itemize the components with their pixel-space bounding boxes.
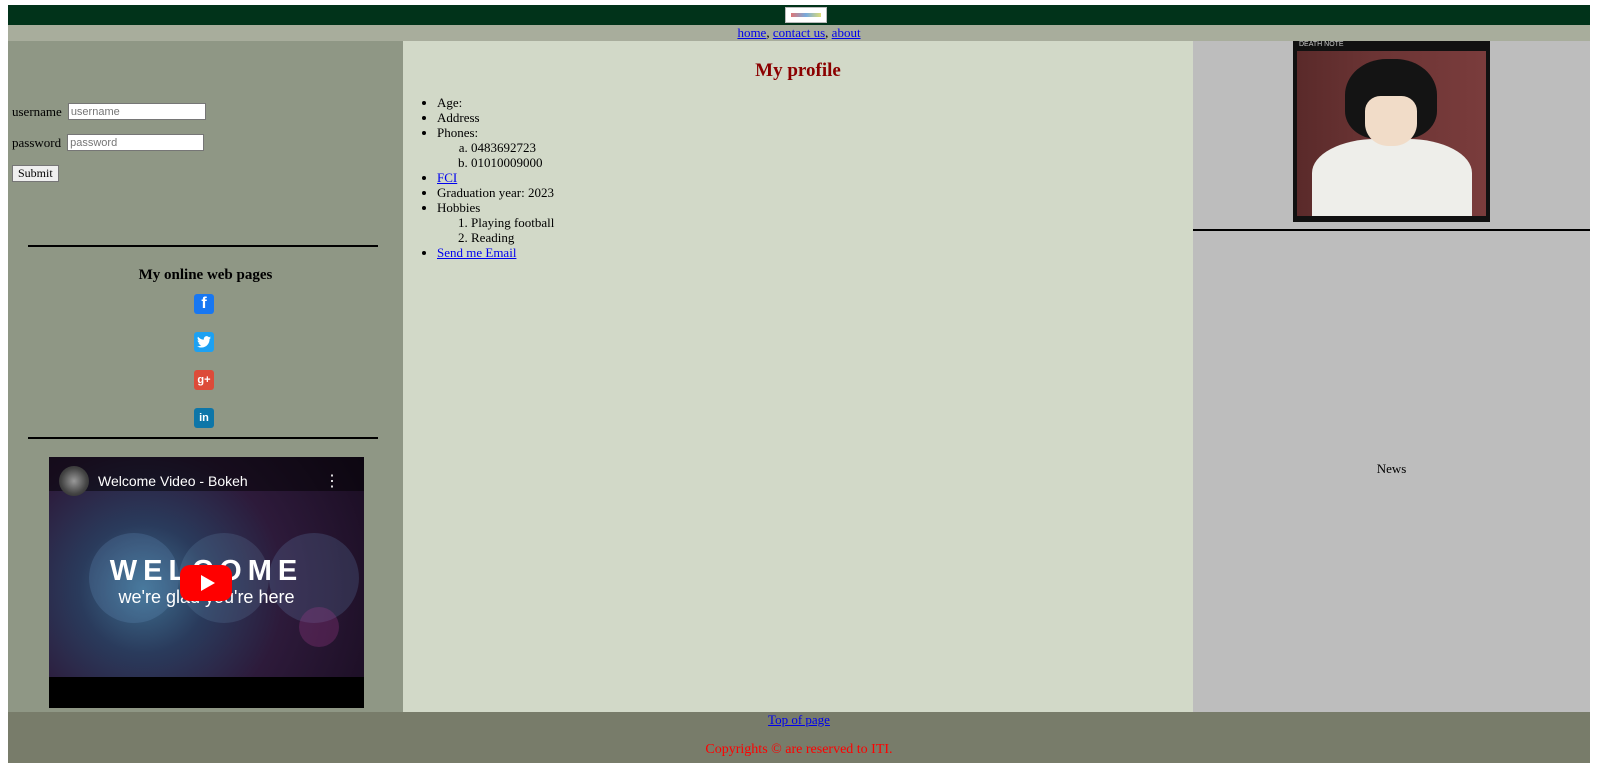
embedded-video[interactable]: Welcome Video - Bokeh ⋮ WELCOME we're gl… [49, 457, 364, 708]
main-content: My profile Age: Address Phones: 04836927… [403, 41, 1193, 712]
password-input[interactable] [67, 134, 205, 151]
play-button[interactable] [180, 565, 232, 601]
news-label: News [1376, 461, 1407, 476]
hobbies-list: Playing football Reading [437, 215, 554, 245]
submit-button[interactable]: Submit [12, 165, 59, 182]
list-item: Playing football [471, 215, 554, 230]
play-icon [200, 575, 215, 591]
password-label: password [12, 134, 62, 150]
profile-image: DEATH NOTE [1293, 41, 1490, 222]
fci-link[interactable]: FCI [437, 170, 457, 185]
divider [1193, 229, 1590, 231]
top-banner [8, 5, 1590, 25]
username-input[interactable] [67, 103, 206, 120]
image-caption: DEATH NOTE [1299, 41, 1344, 48]
profile-list: Age: Address Phones: 0483692723 01010009… [419, 95, 554, 260]
page-title: My profile [755, 60, 841, 81]
list-item: Phones: 0483692723 01010009000 [437, 125, 554, 170]
logo-icon [785, 7, 827, 23]
phones-label: Phones: [437, 125, 479, 140]
video-header: Welcome Video - Bokeh ⋮ [49, 457, 364, 496]
hobbies-label: Hobbies [437, 200, 481, 215]
divider [28, 245, 378, 247]
right-sidebar: DEATH NOTE News [1193, 41, 1590, 712]
more-options-icon[interactable]: ⋮ [324, 471, 340, 491]
send-email-link[interactable]: Send me Email [437, 245, 516, 260]
facebook-icon[interactable]: f [194, 294, 214, 314]
nav-link-about[interactable]: about [832, 25, 861, 40]
list-item: Hobbies Playing football Reading [437, 200, 554, 245]
divider [28, 437, 378, 439]
login-form: username password Submit [12, 103, 206, 182]
nav-bar: home, contact us, about [8, 25, 1590, 41]
footer: Top of page Copyrights © are reserved to… [8, 712, 1590, 763]
list-item: Age: [437, 95, 554, 110]
online-pages-title: My online web pages [138, 267, 273, 283]
channel-avatar-icon [59, 466, 89, 496]
list-item: Reading [471, 230, 554, 245]
left-sidebar: username password Submit My online web p… [8, 41, 403, 712]
list-item: FCI [437, 170, 554, 185]
copyright-text: Copyrights © are reserved to ITI. [705, 742, 893, 757]
phones-list: 0483692723 01010009000 [437, 140, 554, 170]
twitter-icon[interactable] [194, 332, 214, 352]
username-label: username [12, 103, 62, 119]
list-item: 0483692723 [471, 140, 554, 155]
nav-link-home[interactable]: home [737, 25, 766, 40]
linkedin-icon[interactable]: in [194, 408, 214, 428]
list-item: 01010009000 [471, 155, 554, 170]
list-item: Address [437, 110, 554, 125]
video-title[interactable]: Welcome Video - Bokeh [98, 473, 248, 489]
list-item: Send me Email [437, 245, 554, 260]
nav-link-contact[interactable]: contact us [773, 25, 825, 40]
list-item: Graduation year: 2023 [437, 185, 554, 200]
google-plus-icon[interactable]: g+ [194, 370, 214, 390]
top-of-page-link[interactable]: Top of page [8, 711, 1590, 727]
